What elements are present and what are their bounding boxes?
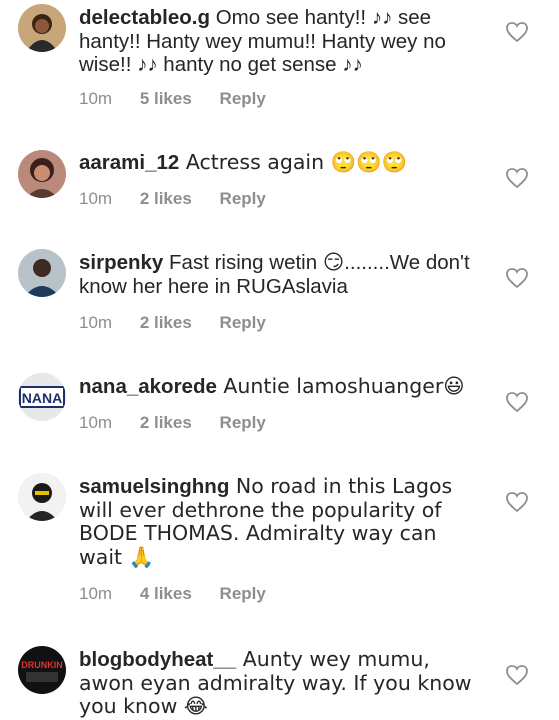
comment-time: 10m <box>79 413 113 432</box>
comment-username[interactable]: blogbodyheat__ <box>79 648 236 671</box>
comment-meta: 10m 4 likes Reply <box>79 584 289 604</box>
comment-time: 10m <box>79 189 113 208</box>
comment-username[interactable]: aarami_12 <box>79 151 179 174</box>
comment-username[interactable]: samuelsinghng <box>79 475 229 498</box>
comment-text: aarami_12 Actress again 🙄🙄🙄 <box>79 150 479 175</box>
comment-meta: 10m 2 likes Reply <box>79 413 289 433</box>
comment-body: Auntie lamoshuanger😃 <box>216 374 465 398</box>
reply-button[interactable]: Reply <box>220 413 266 432</box>
comment-username[interactable]: nana_akorede <box>79 375 217 398</box>
reply-button[interactable]: Reply <box>220 584 266 603</box>
heart-icon[interactable] <box>505 267 529 289</box>
comment-text: blogbodyheat__ Aunty wey mumu, awon eyan… <box>79 647 479 719</box>
avatar[interactable] <box>18 4 66 52</box>
comment-meta: 10m 5 likes Reply <box>79 89 289 109</box>
comment-body: Actress again 🙄🙄🙄 <box>179 150 408 174</box>
avatar[interactable]: DRUNKIN <box>18 646 66 694</box>
comment-meta: 10m 2 likes Reply <box>79 189 289 209</box>
comment-likes[interactable]: 2 likes <box>140 189 192 208</box>
comment-text: sirpenky Fast rising wetin 😏........We d… <box>79 251 479 298</box>
avatar-text: NANA <box>22 390 62 406</box>
comment-likes[interactable]: 4 likes <box>140 584 192 603</box>
comment-text: samuelsinghng No road in this Lagos will… <box>79 474 479 569</box>
comment-username[interactable]: delectableo.g <box>79 6 210 29</box>
avatar[interactable] <box>18 249 66 297</box>
heart-icon[interactable] <box>505 21 529 43</box>
comment-username[interactable]: sirpenky <box>79 251 163 274</box>
reply-button[interactable]: Reply <box>220 313 266 332</box>
comment-time: 10m <box>79 584 113 603</box>
heart-icon[interactable] <box>505 167 529 189</box>
comment-text: nana_akorede Auntie lamoshuanger😃 <box>79 374 479 399</box>
comment-meta: 10m 2 likes Reply <box>79 313 289 333</box>
avatar[interactable]: NANA <box>18 373 66 421</box>
reply-button[interactable]: Reply <box>220 89 266 108</box>
comment-likes[interactable]: 2 likes <box>140 413 192 432</box>
comment-likes[interactable]: 2 likes <box>140 313 192 332</box>
heart-icon[interactable] <box>505 664 529 686</box>
avatar-text: DRUNKIN <box>21 660 63 670</box>
heart-icon[interactable] <box>505 391 529 413</box>
avatar[interactable] <box>18 150 66 198</box>
reply-button[interactable]: Reply <box>220 189 266 208</box>
comment-time: 10m <box>79 313 113 332</box>
comment-time: 10m <box>79 89 113 108</box>
comment-likes[interactable]: 5 likes <box>140 89 192 108</box>
comment-text: delectableo.g Omo see hanty!! ♪♪ see han… <box>79 6 479 77</box>
heart-icon[interactable] <box>505 491 529 513</box>
avatar[interactable] <box>18 473 66 521</box>
